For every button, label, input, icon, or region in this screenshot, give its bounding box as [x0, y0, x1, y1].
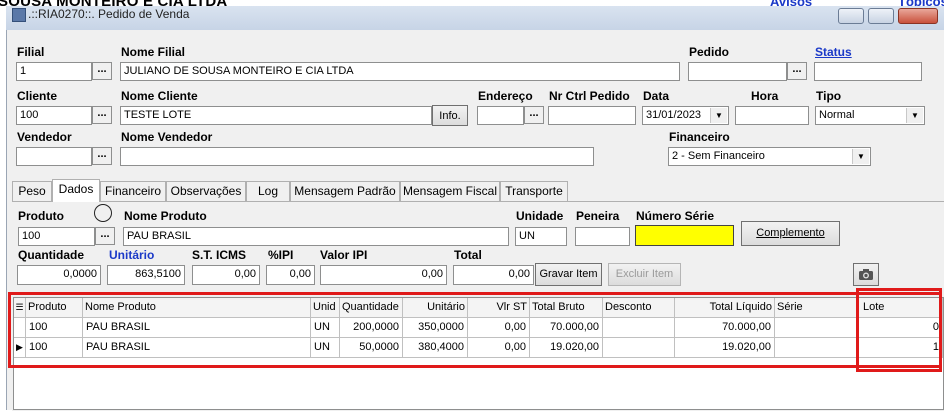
cursor-circle-marker: [94, 204, 112, 222]
tab-dados[interactable]: Dados: [52, 179, 100, 202]
data-label: Data: [643, 89, 670, 103]
status-input[interactable]: [814, 62, 922, 81]
hora-label: Hora: [751, 89, 779, 103]
nome-cliente-label: Nome Cliente: [121, 89, 198, 103]
pedido-input[interactable]: [688, 62, 787, 81]
tipo-select[interactable]: Normal ▼: [815, 106, 925, 125]
info-button[interactable]: Info.: [432, 105, 468, 126]
cliente-input[interactable]: 100: [16, 106, 92, 125]
st-icms-input[interactable]: 0,00: [192, 265, 260, 285]
chevron-down-icon[interactable]: ▼: [852, 149, 869, 164]
numero-serie-input[interactable]: [635, 225, 734, 246]
financeiro-label: Financeiro: [669, 130, 730, 144]
tab-observacoes[interactable]: Observações: [166, 181, 246, 201]
grid-highlight-box: [8, 292, 942, 368]
vendedor-label: Vendedor: [17, 130, 72, 144]
total-input[interactable]: 0,00: [453, 265, 534, 285]
filial-label: Filial: [17, 45, 45, 59]
nome-filial-input[interactable]: JULIANO DE SOUSA MONTEIRO E CIA LTDA: [120, 62, 680, 81]
nr-ctrl-pedido-label: Nr Ctrl Pedido: [549, 89, 630, 103]
nome-vendedor-label: Nome Vendedor: [121, 130, 213, 144]
pedido-lookup-button[interactable]: ...: [787, 62, 807, 80]
peneira-label: Peneira: [576, 209, 620, 223]
chevron-down-icon[interactable]: ▼: [906, 108, 923, 123]
total-label: Total: [454, 248, 482, 262]
produto-label: Produto: [18, 209, 64, 223]
unitario-label: Unitário: [109, 248, 155, 262]
tab-peso[interactable]: Peso: [12, 181, 52, 201]
produto-lookup-button[interactable]: ...: [95, 227, 115, 245]
unidade-label: Unidade: [516, 209, 564, 223]
endereco-lookup-button[interactable]: ...: [524, 106, 544, 124]
hora-input[interactable]: [735, 106, 809, 125]
ipi-pct-label: %IPI: [268, 248, 294, 262]
filial-input[interactable]: 1: [16, 62, 92, 81]
excluir-item-button[interactable]: Excluir Item: [608, 263, 681, 286]
gravar-item-button[interactable]: Gravar Item: [535, 263, 602, 286]
unitario-input[interactable]: 863,5100: [107, 265, 185, 285]
nome-produto-label: Nome Produto: [124, 209, 207, 223]
lote-column-highlight-box: [856, 288, 942, 372]
nome-produto-input[interactable]: PAU BRASIL: [123, 227, 509, 246]
st-icms-label: S.T. ICMS: [192, 248, 247, 262]
tab-log[interactable]: Log: [246, 181, 290, 201]
tab-transporte[interactable]: Transporte: [500, 181, 568, 201]
tab-mensagem-padrao[interactable]: Mensagem Padrão: [290, 181, 400, 201]
nome-filial-label: Nome Filial: [121, 45, 186, 59]
tab-mensagem-fiscal[interactable]: Mensagem Fiscal: [400, 181, 500, 201]
pedido-label: Pedido: [689, 45, 730, 59]
status-link[interactable]: Status: [815, 45, 852, 59]
endereco-label: Endereço: [478, 89, 533, 103]
tipo-value: Normal: [819, 109, 855, 121]
app-icon: [12, 8, 26, 22]
valor-ipi-input[interactable]: 0,00: [320, 265, 447, 285]
complemento-button[interactable]: Complemento: [741, 221, 840, 246]
calendar-dropdown-icon[interactable]: ▼: [710, 108, 727, 123]
financeiro-value: 2 - Sem Financeiro: [672, 150, 765, 162]
close-button[interactable]: [898, 8, 938, 24]
quantidade-input[interactable]: 0,0000: [17, 265, 101, 285]
unidade-input[interactable]: UN: [515, 227, 567, 246]
cliente-label: Cliente: [17, 89, 58, 103]
peneira-input[interactable]: [575, 227, 630, 246]
tab-financeiro[interactable]: Financeiro: [100, 181, 166, 201]
minimize-button[interactable]: [838, 8, 864, 24]
produto-input[interactable]: 100: [18, 227, 95, 246]
vendedor-input[interactable]: [16, 147, 92, 166]
ipi-pct-input[interactable]: 0,00: [266, 265, 315, 285]
cliente-lookup-button[interactable]: ...: [92, 106, 112, 124]
valor-ipi-label: Valor IPI: [320, 248, 368, 262]
nr-ctrl-pedido-input[interactable]: [548, 106, 636, 125]
tipo-label: Tipo: [816, 89, 842, 103]
endereco-input[interactable]: [477, 106, 524, 125]
camera-button[interactable]: [853, 263, 879, 286]
numero-serie-label: Número Série: [636, 209, 715, 223]
data-input[interactable]: 31/01/2023 ▼: [642, 106, 729, 125]
quantidade-label: Quantidade: [18, 248, 85, 262]
nome-vendedor-input[interactable]: [120, 147, 594, 166]
filial-lookup-button[interactable]: ...: [92, 62, 112, 80]
financeiro-select[interactable]: 2 - Sem Financeiro ▼: [668, 147, 871, 166]
maximize-button[interactable]: [868, 8, 894, 24]
data-value: 31/01/2023: [646, 109, 702, 121]
camera-icon: [859, 269, 873, 280]
nome-cliente-input[interactable]: TESTE LOTE: [120, 106, 432, 125]
vendedor-lookup-button[interactable]: ...: [92, 147, 112, 165]
window-title: .::RIA0270::. Pedido de Venda: [28, 7, 190, 21]
